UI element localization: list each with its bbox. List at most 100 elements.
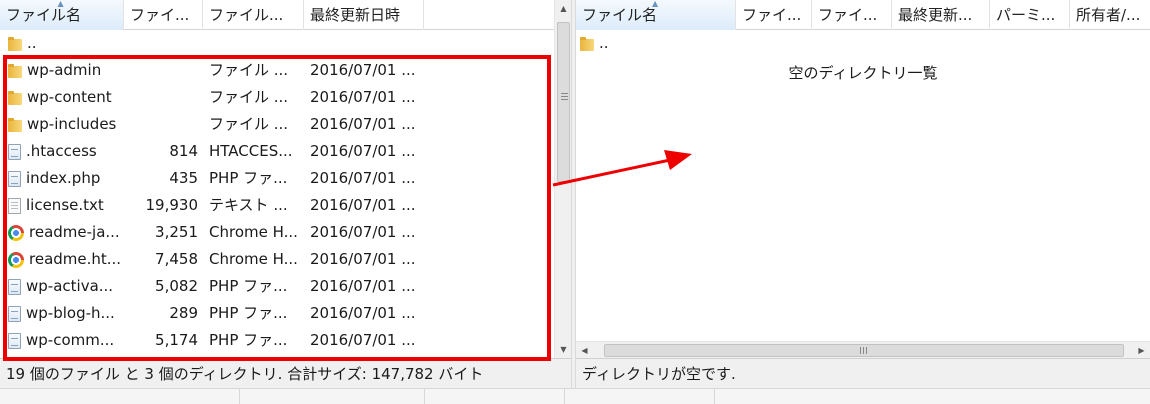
column-permissions[interactable]: パーミ... (990, 0, 1070, 30)
queue-column (0, 389, 240, 404)
table-row[interactable]: readme.ht... 7,458 Chrome H... 2016/07/01 .… (0, 246, 424, 273)
remote-horizontal-scrollbar[interactable]: ◀ ▶ (576, 341, 1150, 358)
modified-cell: 2016/07/01 ... (310, 196, 416, 214)
filename-cell: wp-blog-h... (0, 300, 124, 327)
filename-cell: wp-admin (0, 57, 124, 84)
grip-icon (860, 347, 867, 354)
filesize-cell: 19,930 (145, 196, 199, 214)
chrome-icon (8, 224, 24, 241)
filetype-cell: PHP ファ... (209, 304, 288, 322)
filename-text: wp-comm... (26, 331, 115, 349)
folder-icon (8, 117, 22, 132)
modified-cell: 2016/07/01 ... (310, 277, 416, 295)
filename-text: wp-activa... (26, 277, 114, 295)
column-filetype[interactable]: ファイ... (812, 0, 892, 30)
column-modified[interactable]: 最終更新... (892, 0, 990, 30)
file-icon (8, 143, 21, 160)
local-column-header: ▲ ファイル名 ファイ... ファイル... 最終更新日時 (0, 0, 571, 30)
filesize-cell: 3,251 (155, 223, 198, 241)
scrollbar-thumb[interactable] (604, 344, 1124, 357)
text-file-icon (8, 197, 21, 214)
column-header-filler (424, 0, 571, 30)
remote-file-pane: ▲ ファイル名 ファイ... ファイ... 最終更新... パーミ... 所有者… (576, 0, 1150, 388)
column-filetype[interactable]: ファイル... (203, 0, 304, 30)
modified-cell: 2016/07/01 ... (310, 304, 416, 322)
scroll-right-icon[interactable]: ▶ (1133, 342, 1150, 359)
filename-text: .. (27, 34, 37, 52)
table-row[interactable]: wp-blog-h... 289 PHP ファ... 2016/07/01 ... (0, 300, 424, 327)
modified-cell: 2016/07/01 ... (310, 142, 416, 160)
modified-cell: 2016/07/01 ... (310, 61, 416, 79)
filetype-cell: HTACCES... (209, 142, 293, 160)
filename-text: .htaccess (26, 142, 97, 160)
column-modified[interactable]: 最終更新日時 (304, 0, 424, 30)
table-row[interactable]: .htaccess 814 HTACCES... 2016/07/01 ... (0, 138, 424, 165)
filename-text: wp-includes (27, 115, 117, 133)
filetype-cell: PHP ファ... (209, 169, 288, 187)
remote-status-bar: ディレクトリが空です. (576, 358, 1150, 388)
local-file-list: .. wp-admin ファイル ... 2016/07/01 ... wp-conte… (0, 30, 424, 354)
column-filename[interactable]: ▲ ファイル名 (0, 0, 124, 30)
table-row[interactable]: wp-content ファイル ... 2016/07/01 ... (0, 84, 424, 111)
filetype-cell: Chrome H... (209, 223, 298, 241)
folder-icon (8, 90, 22, 105)
parent-directory-row[interactable]: .. (0, 30, 424, 57)
empty-directory-message: 空のディレクトリ一覧 (788, 64, 938, 82)
table-row[interactable]: wp-includes ファイル ... 2016/07/01 ... (0, 111, 424, 138)
modified-cell: 2016/07/01 ... (310, 88, 416, 106)
filename-text: license.txt (26, 196, 104, 214)
file-icon (8, 170, 21, 187)
table-row[interactable]: index.php 435 PHP ファ... 2016/07/01 ... (0, 165, 424, 192)
sort-ascending-icon: ▲ (652, 0, 659, 8)
column-filesize[interactable]: ファイ... (124, 0, 203, 30)
modified-cell: 2016/07/01 ... (310, 331, 416, 349)
chrome-icon (8, 251, 24, 268)
remote-file-list: .. (576, 30, 736, 57)
scroll-up-icon[interactable]: ▲ (555, 0, 572, 17)
queue-column (425, 389, 565, 404)
local-file-pane: ▲ ファイル名 ファイ... ファイル... 最終更新日時 .. wp-admin… (0, 0, 571, 388)
filename-cell: index.php (0, 165, 124, 192)
local-vertical-scrollbar[interactable]: ▲ ▼ (554, 0, 571, 358)
table-row[interactable]: wp-comm... 5,174 PHP ファ... 2016/07/01 ... (0, 327, 424, 354)
filesize-cell: 814 (169, 142, 198, 160)
file-icon (8, 278, 21, 295)
filesize-cell: 5,082 (155, 277, 198, 295)
filename-text: wp-admin (27, 61, 102, 79)
filesize-cell: 5,174 (155, 331, 198, 349)
scroll-down-icon[interactable]: ▼ (555, 341, 572, 358)
list-item[interactable]: .. (576, 30, 736, 57)
modified-cell (304, 30, 424, 57)
table-row[interactable]: readme-ja... 3,251 Chrome H... 2016/07/01 .… (0, 219, 424, 246)
filetype-cell: ファイル ... (209, 88, 289, 106)
queue-column (565, 389, 715, 404)
filetype-cell (203, 30, 304, 57)
modified-cell: 2016/07/01 ... (310, 223, 416, 241)
folder-icon (580, 36, 594, 51)
filesize-cell: 289 (169, 304, 198, 322)
remote-column-header: ▲ ファイル名 ファイ... ファイ... 最終更新... パーミ... 所有者… (576, 0, 1150, 30)
column-filename[interactable]: ▲ ファイル名 (576, 0, 736, 30)
folder-icon (8, 36, 22, 51)
filename-cell: .. (0, 30, 124, 57)
folder-icon (8, 63, 22, 78)
file-icon (8, 332, 21, 349)
filesize-cell (124, 84, 203, 111)
filename-cell: wp-includes (0, 111, 124, 138)
filename-text: wp-content (27, 88, 112, 106)
column-owner[interactable]: 所有者/... (1070, 0, 1150, 30)
sort-ascending-icon: ▲ (57, 0, 64, 8)
table-row[interactable]: wp-activa... 5,082 PHP ファ... 2016/07/01 ... (0, 273, 424, 300)
column-filesize[interactable]: ファイ... (736, 0, 812, 30)
scrollbar-thumb[interactable] (557, 22, 570, 182)
filetype-cell: PHP ファ... (209, 277, 288, 295)
queue-column (240, 389, 425, 404)
transfer-queue-header (0, 388, 1150, 404)
filesize-cell (124, 111, 203, 138)
table-row[interactable]: wp-admin ファイル ... 2016/07/01 ... (0, 57, 424, 84)
filename-text: readme-ja... (29, 223, 120, 241)
filename-cell: readme-ja... (0, 219, 124, 246)
table-row[interactable]: license.txt 19,930 テキスト ... 2016/07/01 ... (0, 192, 424, 219)
filename-cell: .htaccess (0, 138, 124, 165)
scroll-left-icon[interactable]: ◀ (576, 342, 593, 359)
